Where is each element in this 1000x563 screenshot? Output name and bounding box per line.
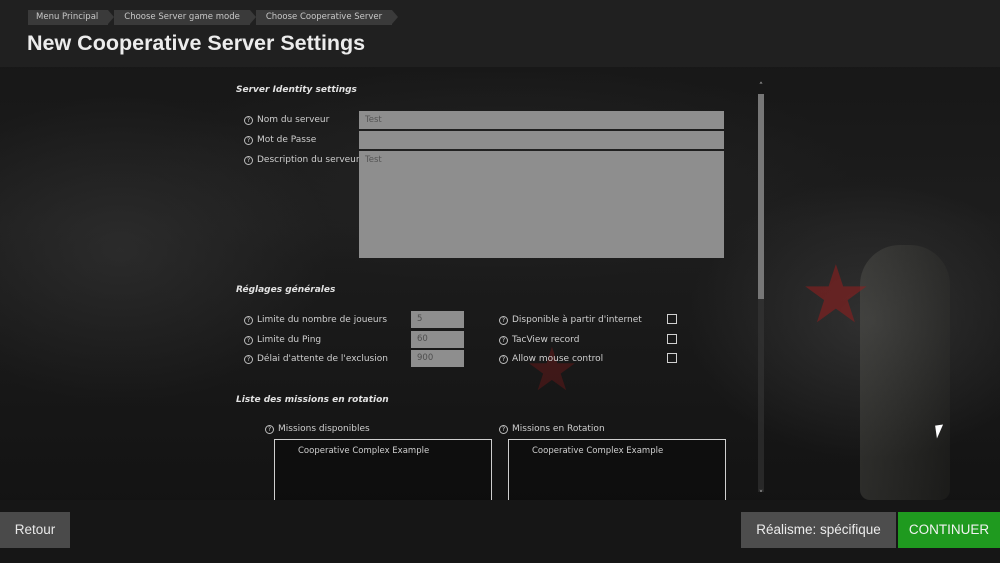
help-icon[interactable]: ? (499, 335, 508, 345)
mouse-control-checkbox[interactable] (667, 353, 677, 363)
internet-checkbox[interactable] (667, 314, 677, 324)
page-title: New Cooperative Server Settings (27, 31, 366, 55)
breadcrumb-game-mode[interactable]: Choose Server game mode (114, 10, 256, 25)
back-button[interactable]: Retour (0, 512, 70, 548)
ping-limit-label: ? Limite du Ping (244, 335, 321, 345)
available-missions-label: ? Missions disponibles (265, 424, 370, 434)
tacview-label-text: TacView record (512, 335, 580, 345)
scrollbar-thumb[interactable] (758, 94, 764, 299)
help-icon[interactable]: ? (265, 424, 274, 434)
list-item[interactable]: Cooperative Complex Example (298, 446, 429, 456)
help-icon[interactable]: ? (244, 135, 253, 145)
description-input[interactable]: Test (359, 151, 724, 258)
server-name-input[interactable] (359, 111, 724, 129)
mouse-control-label-text: Allow mouse control (512, 354, 604, 364)
section-title-general: Réglages générales (236, 285, 336, 295)
max-players-input[interactable]: 5 (411, 311, 464, 328)
internet-label: ? Disponible à partir d'internet (499, 315, 642, 325)
list-item[interactable]: Cooperative Complex Example (532, 446, 663, 456)
breadcrumb-cooperative-server[interactable]: Choose Cooperative Server (255, 10, 399, 25)
red-star-icon: ★ (800, 248, 872, 341)
tacview-label: ? TacView record (499, 335, 579, 345)
server-name-label-text: Nom du serveur (257, 115, 330, 125)
description-label-text: Description du serveur (257, 155, 360, 165)
password-input[interactable] (359, 131, 724, 149)
help-icon[interactable]: ? (244, 115, 253, 125)
breadcrumb: Menu Principal Choose Server game mode C… (28, 10, 399, 25)
section-title-identity: Server Identity settings (236, 85, 357, 95)
help-icon[interactable]: ? (244, 354, 253, 364)
ping-limit-input[interactable]: 60 (411, 331, 464, 348)
help-icon[interactable]: ? (244, 315, 253, 325)
section-title-missions: Liste des missions en rotation (236, 395, 389, 405)
server-name-label: ? Nom du serveur (244, 115, 329, 125)
kick-delay-input[interactable]: 900 (411, 350, 464, 367)
kick-delay-label: ? Délai d'attente de l'exclusion (244, 354, 388, 364)
tacview-checkbox[interactable] (667, 334, 677, 344)
breadcrumb-main-menu[interactable]: Menu Principal (28, 10, 115, 25)
available-missions-label-text: Missions disponibles (278, 424, 370, 434)
help-icon[interactable]: ? (499, 354, 508, 364)
mouse-cursor-icon (935, 424, 945, 439)
continue-button[interactable]: CONTINUER (898, 512, 1000, 548)
rotation-missions-label: ? Missions en Rotation (499, 424, 605, 434)
ping-limit-label-text: Limite du Ping (257, 335, 322, 345)
password-label-text: Mot de Passe (257, 135, 317, 145)
max-players-label-text: Limite du nombre de joueurs (257, 315, 388, 325)
scroll-down-icon[interactable]: ˅ (756, 490, 766, 500)
description-label: ? Description du serveur (244, 155, 360, 165)
internet-label-text: Disponible à partir d'internet (512, 315, 642, 325)
max-players-label: ? Limite du nombre de joueurs (244, 315, 387, 325)
help-icon[interactable]: ? (499, 424, 508, 434)
scroll-up-icon[interactable]: ˄ (756, 82, 766, 92)
kick-delay-label-text: Délai d'attente de l'exclusion (257, 354, 388, 364)
mouse-control-label: ? Allow mouse control (499, 354, 603, 364)
help-icon[interactable]: ? (244, 155, 253, 165)
header-bar: Menu Principal Choose Server game mode C… (0, 0, 1000, 67)
rotation-missions-label-text: Missions en Rotation (512, 424, 605, 434)
help-icon[interactable]: ? (499, 315, 508, 325)
help-icon[interactable]: ? (244, 335, 253, 345)
password-label: ? Mot de Passe (244, 135, 316, 145)
realism-button[interactable]: Réalisme: spécifique (741, 512, 896, 548)
red-star-icon: ★ (525, 335, 579, 405)
